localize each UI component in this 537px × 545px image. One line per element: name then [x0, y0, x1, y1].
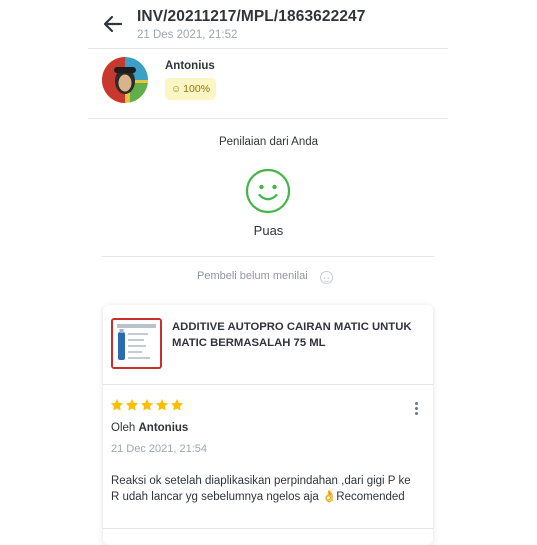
- review-author-name: Antonius: [138, 422, 189, 434]
- satisfied-smiley-icon: [245, 168, 291, 214]
- seller-divider: [88, 118, 448, 119]
- rating-label: Penilaian dari Anda: [218, 136, 319, 148]
- seller-name[interactable]: Antonius: [165, 60, 215, 72]
- star-icon: [170, 399, 184, 411]
- invoice-number: INV/20211217/MPL/1863622247: [137, 8, 366, 25]
- invoice-date: 21 Des 2021, 21:52: [137, 29, 238, 41]
- back-arrow-icon[interactable]: [101, 12, 125, 36]
- review-text: Reaksi ok setelah diaplikasikan perpinda…: [111, 475, 411, 503]
- card-divider: [103, 384, 433, 385]
- satisfaction-badge: ☺ 100%: [165, 78, 216, 100]
- star-icon: [110, 399, 124, 411]
- smile-face-icon: ☺: [170, 83, 182, 95]
- more-options-icon[interactable]: [412, 402, 420, 418]
- product-name[interactable]: ADDITIVE AUTOPRO CAIRAN MATIC UNTUK MATI…: [172, 319, 412, 351]
- rating-result: Puas: [253, 223, 284, 238]
- review-author: Oleh Antonius: [111, 422, 188, 434]
- star-icon: [155, 399, 169, 411]
- review-bottom-divider: [103, 528, 433, 529]
- review-stars: [110, 398, 184, 412]
- review-date: 21 Dec 2021, 21:54: [111, 443, 208, 455]
- star-icon: [140, 399, 154, 411]
- rating-divider: [102, 256, 434, 257]
- review-author-prefix: Oleh: [111, 422, 136, 434]
- seller-avatar[interactable]: [102, 57, 148, 103]
- buyer-rating-status: Pembeli belum menilai: [197, 270, 308, 282]
- neutral-face-icon: [320, 271, 333, 284]
- star-icon: [125, 399, 139, 411]
- product-image[interactable]: [111, 318, 162, 369]
- satisfaction-value: 100%: [183, 83, 211, 95]
- header-divider: [88, 48, 448, 49]
